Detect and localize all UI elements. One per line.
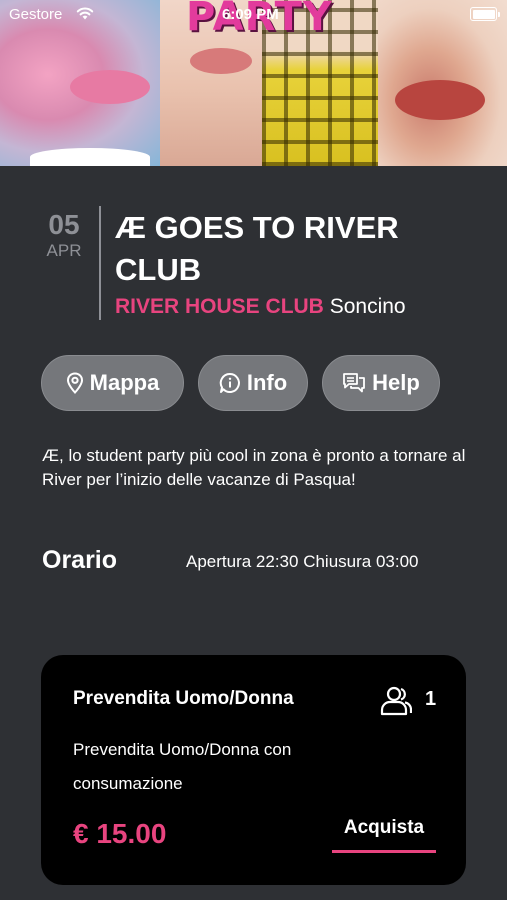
cover-decoration [190, 48, 252, 74]
carrier-label: Gestore [9, 6, 63, 23]
cover-decoration [30, 148, 150, 166]
map-button-label: Mappa [89, 370, 160, 395]
info-button[interactable]: Info [198, 355, 308, 411]
event-month: APR [46, 241, 82, 260]
schedule-heading: Orario [42, 546, 118, 574]
location-pin-icon [66, 372, 83, 394]
event-day: 05 [48, 209, 80, 240]
wifi-icon [76, 7, 94, 20]
buy-button[interactable]: Acquista [332, 817, 436, 849]
ticket-price: € 15.00 [73, 818, 167, 849]
cover-decoration [70, 70, 150, 104]
info-bubble-icon [219, 372, 240, 393]
event-description: Æ, lo student party più cool in zona è p… [42, 446, 466, 489]
event-venue: RIVER HOUSE CLUB Soncino [115, 295, 406, 319]
help-button-label: Help [372, 370, 420, 395]
info-button-label: Info [246, 370, 288, 395]
date-divider [99, 206, 101, 320]
battery-icon [470, 7, 500, 21]
ticket-description: Prevendita Uomo/Donna con consumazione [73, 740, 292, 793]
event-date: 05 APR [42, 210, 86, 262]
status-bar: Gestore 6:09 PM [0, 0, 507, 30]
venue-name[interactable]: RIVER HOUSE CLUB [115, 295, 324, 318]
cover-decoration [395, 80, 485, 120]
chat-bubbles-icon [343, 373, 366, 393]
buy-button-underline [332, 850, 436, 853]
map-button[interactable]: Mappa [41, 355, 184, 411]
people-icon [380, 686, 412, 716]
clock: 6:09 PM [222, 6, 279, 23]
ticket-people-count: 1 [425, 688, 437, 710]
venue-city: Soncino [329, 295, 406, 318]
schedule-hours: Apertura 22:30 Chiusura 03:00 [186, 552, 419, 571]
help-button[interactable]: Help [322, 355, 440, 411]
ticket-name: Prevendita Uomo/Donna [73, 688, 294, 709]
ticket-card: Prevendita Uomo/Donna 1 Prevendita Uomo/… [41, 655, 466, 885]
event-title: Æ GOES TO RIVER CLUB [115, 210, 399, 287]
